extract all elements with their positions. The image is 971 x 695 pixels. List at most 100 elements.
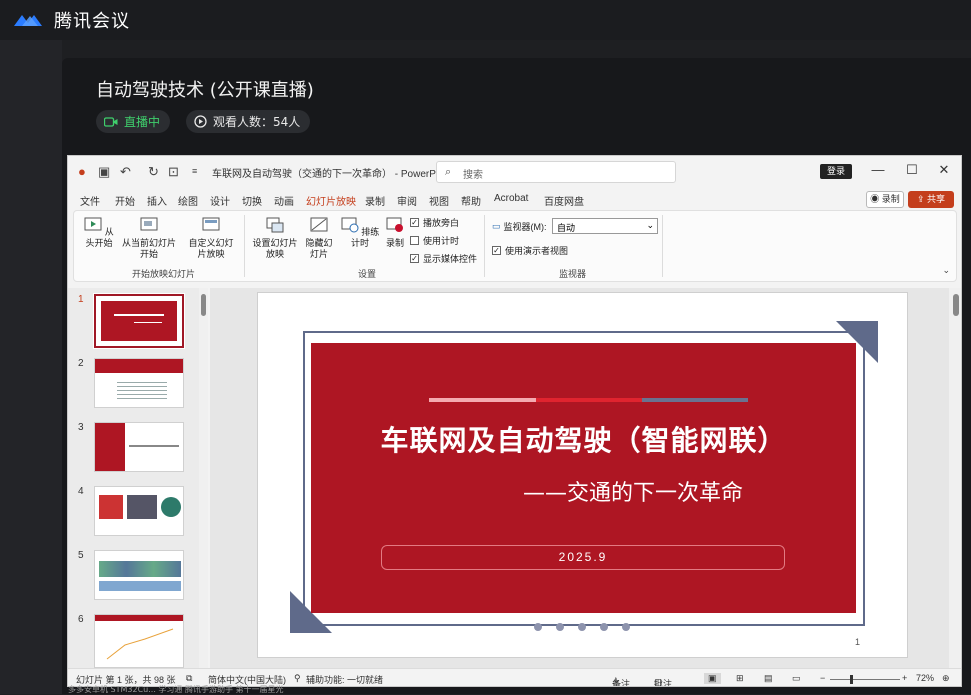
custom-slideshow-icon (202, 217, 220, 231)
share-icon: ⇪ (916, 194, 925, 204)
tab-file[interactable]: 文件 (80, 193, 100, 208)
undo-icon[interactable]: ↶ (120, 164, 131, 180)
tab-baidu-netdisk[interactable]: 百度网盘 (544, 193, 584, 208)
tab-view[interactable]: 视图 (429, 193, 449, 208)
slide-thumbnail-4[interactable] (94, 486, 184, 536)
monitor-icon: ▭ (492, 221, 501, 231)
thumb-number: 3 (78, 422, 84, 433)
play-narrations-label: 播放旁白 (423, 218, 460, 228)
tab-acrobat[interactable]: Acrobat (494, 193, 528, 204)
show-media-controls-checkbox[interactable]: ✓ 显示媒体控件 (410, 252, 477, 265)
normal-view-icon[interactable]: ▣ (704, 673, 721, 684)
rehearse-timings-button[interactable]: 排练计时 (340, 217, 380, 249)
live-label: 直播中 (124, 115, 161, 129)
tab-review[interactable]: 审阅 (397, 193, 417, 208)
slide-thumbnail-5[interactable] (94, 550, 184, 600)
presenter-view-checkbox[interactable]: ✓ 使用演示者视图 (492, 244, 568, 257)
play-from-start-icon (84, 217, 102, 231)
tencent-meeting-logo-icon (12, 10, 48, 30)
use-timings-checkbox[interactable]: 使用计时 (410, 234, 459, 247)
viewers-label: 观看人数：54人 (213, 115, 301, 129)
slide-thumbnail-3[interactable] (94, 422, 184, 472)
document-title: 车联网及自动驾驶（交通的下一次革命） - PowerPo... (212, 169, 450, 180)
tab-transitions[interactable]: 切换 (242, 193, 262, 208)
minimize-icon[interactable]: — (868, 162, 888, 177)
login-button[interactable]: 登录 (820, 164, 852, 179)
zoom-in-icon[interactable]: + (902, 673, 907, 683)
custom-slideshow-button[interactable]: 自定义幻灯片放映 (186, 217, 236, 260)
accent-stripe (429, 398, 536, 402)
viewers-badge[interactable]: 观看人数：54人 (186, 110, 311, 133)
app-title: 腾讯会议 (54, 11, 130, 32)
powerpoint-window: ● ▣ ↶ ↻ ⊡ ≡ 车联网及自动驾驶（交通的下一次革命） - PowerPo… (67, 155, 962, 687)
spellcheck-icon[interactable]: ⧉ (186, 673, 192, 684)
slide-thumbnail-2[interactable] (94, 358, 184, 408)
app-titlebar: 腾讯会议 (0, 0, 971, 40)
save-icon[interactable]: ▣ (98, 164, 110, 180)
left-background (0, 40, 62, 694)
slide-subtitle: ——交通的下一次革命 (523, 481, 744, 506)
play-from-current-icon (140, 217, 158, 231)
zoom-slider-thumb[interactable] (850, 675, 853, 684)
slideshow-view-icon[interactable]: ▭ (792, 673, 801, 684)
slide-thumbnail-pane: 1 2 3 4 5 6 (68, 288, 208, 668)
rehearse-timer-icon (341, 217, 359, 233)
hide-slide-button[interactable]: 隐藏幻灯片 (302, 217, 336, 260)
zoom-level[interactable]: 72% (916, 673, 934, 683)
thumb-number: 1 (78, 294, 84, 305)
hide-slide-label: 隐藏幻灯片 (305, 238, 333, 259)
close-icon[interactable]: ✕ (934, 162, 954, 178)
tab-animations[interactable]: 动画 (274, 193, 294, 208)
from-current-label: 从当前幻灯片开始 (122, 238, 177, 259)
slide-thumbnail-1[interactable] (93, 293, 185, 349)
powerpoint-logo-icon: ● (78, 164, 86, 179)
decor-dot (556, 623, 564, 631)
tab-insert[interactable]: 插入 (147, 193, 167, 208)
decor-dot (578, 623, 586, 631)
slide-scrollbar[interactable] (949, 288, 961, 668)
from-start-button[interactable]: 从头开始 (84, 217, 114, 249)
slide-date: 2025.9 (381, 545, 785, 570)
slide-page-number: 1 (855, 637, 861, 647)
live-camera-icon (104, 116, 118, 127)
collapse-ribbon-icon[interactable]: ⌄ (942, 265, 950, 276)
search-icon: ⌕ (445, 166, 452, 178)
share-label: 共享 (927, 194, 946, 204)
zoom-slider[interactable] (830, 679, 900, 680)
record-slideshow-label: 录制 (385, 238, 404, 248)
record-button[interactable]: ◉ 录制 (866, 191, 904, 208)
tab-home[interactable]: 开始 (115, 193, 135, 208)
customize-quick-access-icon[interactable]: ≡ (192, 166, 197, 176)
play-narrations-checkbox[interactable]: ✓ 播放旁白 (410, 216, 459, 229)
tab-record[interactable]: 录制 (365, 193, 385, 208)
thumbnail-scrollbar[interactable] (199, 288, 208, 668)
accessibility-status[interactable]: 辅助功能: 一切就绪 (306, 673, 383, 686)
group-start-slideshow: 开始放映幻灯片 (132, 269, 196, 279)
ribbon-panel: 从头开始 从当前幻灯片开始 自定义幻灯片放映 开始放映幻灯片 设置幻灯片放映 隐… (73, 210, 957, 282)
fit-to-window-icon[interactable]: ⊕ (942, 673, 950, 684)
tab-design[interactable]: 设计 (210, 193, 230, 208)
thumb-number: 6 (78, 614, 84, 625)
slide-title: 车联网及自动驾驶（智能网联） (380, 424, 787, 457)
record-slideshow-button[interactable]: 录制 (382, 217, 408, 249)
ribbon-divider (484, 215, 485, 277)
maximize-icon[interactable]: ☐ (902, 162, 922, 178)
zoom-out-icon[interactable]: − (820, 673, 825, 683)
slide-sorter-icon[interactable]: ⊞ (736, 673, 744, 684)
reading-view-icon[interactable]: ▤ (764, 673, 773, 684)
decor-dot (600, 623, 608, 631)
ppt-search-box[interactable]: ⌕ 搜索 (436, 161, 676, 183)
share-button[interactable]: ⇪ 共享 (908, 191, 954, 208)
accent-stripe (642, 398, 748, 402)
tab-help[interactable]: 帮助 (461, 193, 481, 208)
monitor-select[interactable]: 自动 ⌄ (552, 218, 658, 234)
present-icon[interactable]: ⊡ (168, 164, 179, 180)
from-current-button[interactable]: 从当前幻灯片开始 (122, 217, 176, 260)
current-slide[interactable]: 车联网及自动驾驶（智能网联） ——交通的下一次革命 2025.9 1 (257, 292, 908, 658)
redo-icon[interactable]: ↻ (148, 164, 159, 180)
slide-thumbnail-6[interactable] (94, 614, 184, 668)
tab-draw[interactable]: 绘图 (178, 193, 198, 208)
setup-slideshow-button[interactable]: 设置幻灯片放映 (252, 217, 298, 260)
notes-label: 备注 (612, 679, 631, 687)
accessibility-icon[interactable]: ⚲ (294, 673, 301, 684)
